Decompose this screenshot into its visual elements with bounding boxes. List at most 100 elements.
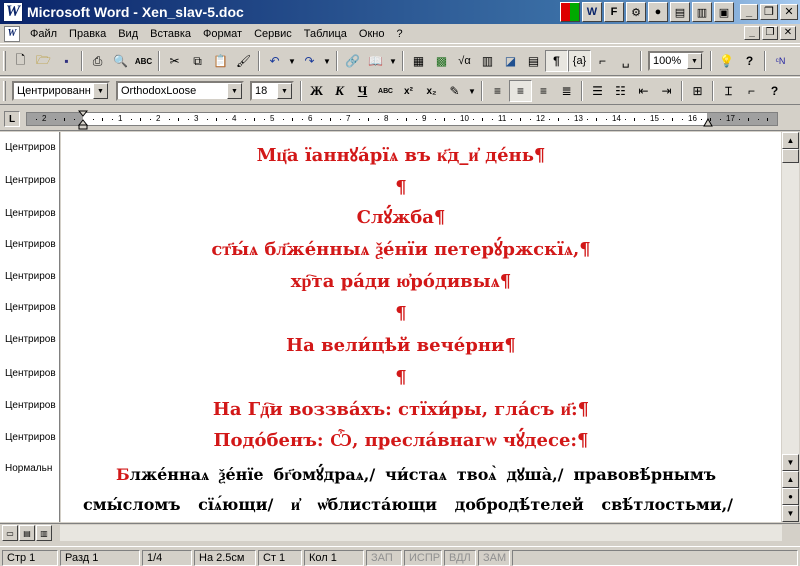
heading-stichera[interactable]: На Гд҇и воззва́хъ: стїхи́ры, гла́съ и҃:¶ — [61, 398, 741, 422]
web-view-icon[interactable]: ▤ — [19, 525, 35, 541]
chevron-down-icon[interactable]: ▼ — [687, 53, 702, 69]
document-page[interactable]: Мц҃а їаннꙋа́рїѧ въ к҃д_и҆ де́нь¶ ¶ Слꙋ́ж… — [61, 132, 781, 522]
underline-button[interactable]: Ч — [351, 80, 374, 102]
doc-minimize-button[interactable]: _ — [744, 26, 760, 40]
redo-dropdown-icon[interactable]: ▼ — [321, 50, 333, 72]
insert-file-icon[interactable]: 📖 — [364, 50, 387, 72]
cut-icon[interactable]: ✂ — [163, 50, 186, 72]
redo-icon[interactable]: ↷ — [298, 50, 321, 72]
chevron-down-icon[interactable]: ▼ — [227, 83, 242, 99]
heading-service[interactable]: Слꙋ́жба¶ — [61, 206, 741, 230]
dash-icon[interactable]: ⌐ — [591, 50, 614, 72]
insert-hyperlink-icon[interactable]: 🔗 — [341, 50, 364, 72]
heading-vespers[interactable]: На вели́цѣй вече́рни¶ — [61, 334, 741, 358]
drawing-icon[interactable]: ◪ — [499, 50, 522, 72]
zoom-select[interactable]: 100% ▼ — [648, 51, 704, 71]
status-trk[interactable]: ИСПР — [404, 550, 442, 566]
paragraph-mark[interactable]: ¶ — [61, 366, 741, 390]
font-select[interactable]: OrthodoxLoose ▼ — [116, 81, 244, 101]
menu-file[interactable]: Файл — [24, 28, 63, 40]
copy-icon[interactable]: ⧉ — [186, 50, 209, 72]
color-grid-icon[interactable] — [560, 2, 580, 22]
whats-this-help-icon[interactable]: ? — [738, 50, 761, 72]
field-codes-icon[interactable]: {a} — [568, 50, 591, 72]
scroll-down-icon[interactable]: ▼ — [782, 454, 799, 471]
status-ovr[interactable]: ЗАМ — [478, 550, 510, 566]
menu-insert[interactable]: Вставка — [144, 28, 197, 40]
status-ext[interactable]: ВДЛ — [444, 550, 476, 566]
browse-object-icon[interactable]: ● — [782, 488, 799, 505]
body-line[interactable]: Блже́ннаѧ ѯе́нїе бг҃омꙋ́драѧ,/ чи́стаѧ т… — [116, 463, 716, 487]
body-line[interactable]: смы́сломъ сїѧ́ющи/ и҆ ѡ҆блиста́ющи добро… — [83, 493, 733, 517]
vertical-scrollbar[interactable]: ▲ ▼ ▲ ● ▼ — [782, 132, 799, 522]
chevron-down-icon[interactable]: ▼ — [93, 83, 108, 99]
word-app-icon[interactable]: W — [3, 2, 23, 22]
menu-window[interactable]: Окно — [353, 28, 391, 40]
scroll-up-icon[interactable]: ▲ — [782, 132, 799, 149]
settings-icon[interactable]: ⚙ — [626, 2, 646, 22]
office-assistant-icon[interactable]: 💡 — [715, 50, 738, 72]
status-rec[interactable]: ЗАП — [366, 550, 402, 566]
document-map-icon[interactable]: ▤ — [522, 50, 545, 72]
align-right-icon[interactable]: ≡ — [532, 80, 555, 102]
font-size-select[interactable]: 18 ▼ — [250, 81, 294, 101]
paragraph-mark[interactable]: ¶ — [61, 176, 741, 200]
equation-icon[interactable]: √α — [453, 50, 476, 72]
insert-excel-icon[interactable]: ▩ — [430, 50, 453, 72]
doc-close-button[interactable]: ✕ — [780, 26, 796, 40]
restore-button[interactable]: ❐ — [760, 4, 778, 20]
insert-table-icon[interactable]: ▦ — [407, 50, 430, 72]
menu-help[interactable]: ? — [390, 28, 408, 40]
superscript-icon[interactable]: x² — [397, 80, 420, 102]
menu-format[interactable]: Формат — [197, 28, 248, 40]
justify-icon[interactable]: ≣ — [555, 80, 578, 102]
columns-icon[interactable]: ▥ — [476, 50, 499, 72]
bulleted-list-icon[interactable]: ☷ — [609, 80, 632, 102]
prev-page-icon[interactable]: ▲ — [782, 471, 799, 488]
font-icon[interactable]: F — [604, 2, 624, 22]
page-icon[interactable]: ▤ — [670, 2, 690, 22]
format-painter-icon[interactable]: 🖌 — [232, 50, 255, 72]
menu-table[interactable]: Таблица — [298, 28, 353, 40]
close-button[interactable]: ✕ — [780, 4, 798, 20]
highlight-icon[interactable]: ✎ — [443, 80, 466, 102]
document-icon[interactable]: W — [4, 25, 20, 42]
window-icon[interactable]: ▣ — [714, 2, 734, 22]
smallcaps-button[interactable]: АВС — [374, 80, 397, 102]
minimize-button[interactable]: _ — [740, 4, 758, 20]
style-select[interactable]: Центрированн ▼ — [12, 81, 110, 101]
borders-icon[interactable]: ⊞ — [686, 80, 709, 102]
heading-date[interactable]: Мц҃а їаннꙋа́рїѧ въ к҃д_и҆ де́нь¶ — [61, 144, 741, 168]
align-left-icon[interactable]: ≡ — [486, 80, 509, 102]
paste-icon[interactable]: 📋 — [209, 50, 232, 72]
left-indent-marker[interactable] — [78, 110, 88, 130]
align-center-icon[interactable]: ≡ — [509, 80, 532, 102]
space-icon[interactable]: ␣ — [614, 50, 637, 72]
show-formatting-icon[interactable]: ¶ — [545, 50, 568, 72]
book-icon[interactable]: ▥ — [692, 2, 712, 22]
italic-button[interactable]: К — [328, 80, 351, 102]
highlight-dropdown-icon[interactable]: ▼ — [466, 80, 478, 102]
heading-saint[interactable]: ст҃ы́ѧ бл҃же́нныѧ ѯе́нїи петерꙋ́ржскїѧ,¶ — [61, 238, 741, 262]
insert-dropdown-icon[interactable]: ▼ — [387, 50, 399, 72]
word-icon[interactable]: W — [582, 2, 602, 22]
next-page-icon[interactable]: ▼ — [782, 505, 799, 522]
scroll-thumb[interactable] — [782, 149, 799, 163]
custom-macro-icon[interactable]: ᶜN — [769, 50, 792, 72]
menu-edit[interactable]: Правка — [63, 28, 112, 40]
save-icon[interactable]: ▪ — [55, 50, 78, 72]
help-icon[interactable]: ? — [763, 80, 786, 102]
disk-icon[interactable]: ● — [648, 2, 668, 22]
right-indent-marker[interactable] — [703, 118, 713, 128]
undo-dropdown-icon[interactable]: ▼ — [286, 50, 298, 72]
undo-icon[interactable]: ↶ — [263, 50, 286, 72]
cursor-icon[interactable]: ⌶ — [717, 80, 740, 102]
print-icon[interactable]: ⎙ — [86, 50, 109, 72]
doc-restore-button[interactable]: ❐ — [762, 26, 778, 40]
toolbar-grip[interactable] — [3, 81, 6, 101]
menu-tools[interactable]: Сервис — [248, 28, 298, 40]
open-folder-icon[interactable]: 🗁 — [32, 50, 55, 72]
menu-view[interactable]: Вид — [112, 28, 144, 40]
numbered-list-icon[interactable]: ☰ — [586, 80, 609, 102]
tab-selector[interactable]: L — [4, 111, 20, 127]
